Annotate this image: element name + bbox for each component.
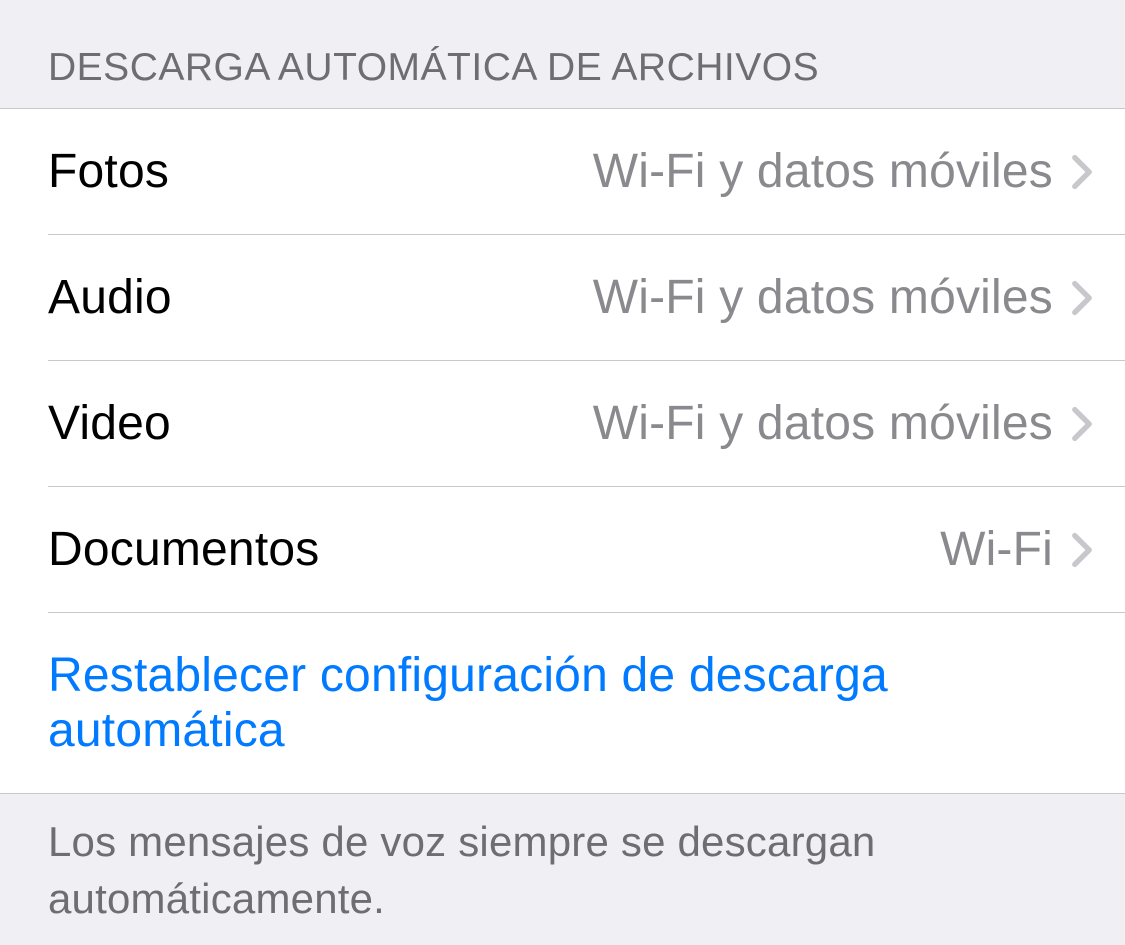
row-fotos[interactable]: Fotos Wi-Fi y datos móviles xyxy=(48,109,1125,235)
row-video-label: Video xyxy=(48,396,593,451)
section-footer-text: Los mensajes de voz siempre se descargan… xyxy=(0,794,1125,945)
reset-label: Restablecer configuración de descarga au… xyxy=(48,648,1093,758)
row-documentos-value: Wi-Fi xyxy=(940,522,1053,577)
row-documentos-label: Documentos xyxy=(48,522,940,577)
section-header-title: Descarga automática de archivos xyxy=(0,0,1125,108)
row-audio-label: Audio xyxy=(48,270,593,325)
row-audio-value: Wi-Fi y datos móviles xyxy=(593,270,1053,325)
chevron-right-icon xyxy=(1071,280,1093,316)
chevron-right-icon xyxy=(1071,154,1093,190)
chevron-right-icon xyxy=(1071,406,1093,442)
row-audio[interactable]: Audio Wi-Fi y datos móviles xyxy=(48,235,1125,361)
chevron-right-icon xyxy=(1071,532,1093,568)
row-video-value: Wi-Fi y datos móviles xyxy=(593,396,1053,451)
settings-list: Fotos Wi-Fi y datos móviles Audio Wi-Fi … xyxy=(0,108,1125,794)
reset-auto-download-button[interactable]: Restablecer configuración de descarga au… xyxy=(48,613,1125,793)
row-fotos-label: Fotos xyxy=(48,144,593,199)
row-fotos-value: Wi-Fi y datos móviles xyxy=(593,144,1053,199)
row-documentos[interactable]: Documentos Wi-Fi xyxy=(48,487,1125,613)
row-video[interactable]: Video Wi-Fi y datos móviles xyxy=(48,361,1125,487)
